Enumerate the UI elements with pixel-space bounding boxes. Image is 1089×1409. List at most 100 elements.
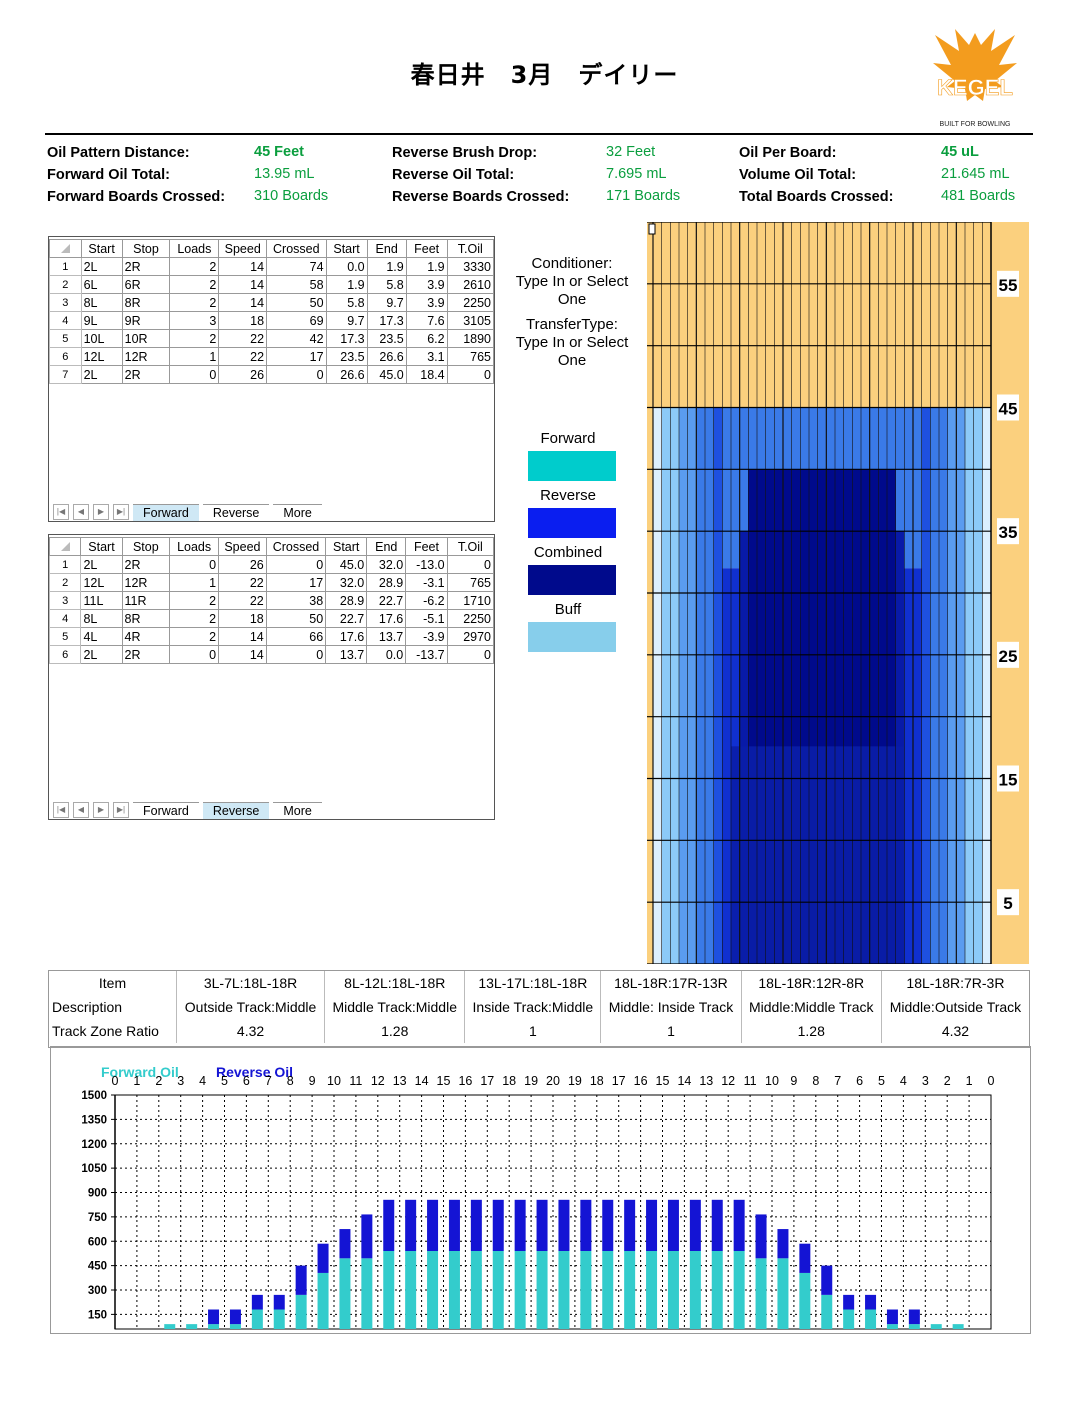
- table-cell[interactable]: 28.9: [325, 591, 368, 610]
- table-cell[interactable]: 14: [218, 275, 268, 294]
- tab-more[interactable]: More: [273, 801, 322, 819]
- table-cell[interactable]: -13.7: [405, 645, 448, 664]
- table-cell[interactable]: 32.0: [366, 555, 407, 574]
- table-cell[interactable]: 2R: [121, 365, 171, 384]
- table-cell[interactable]: 5.8: [366, 275, 407, 294]
- table-cell[interactable]: 0: [266, 365, 327, 384]
- table-row[interactable]: 4 8L 8R 2 18 50 22.7 17.6 -5.1 2250: [48, 609, 495, 628]
- table-cell[interactable]: 17: [265, 573, 327, 592]
- table-cell[interactable]: 0: [446, 645, 495, 664]
- table-cell[interactable]: 26: [218, 555, 267, 574]
- table-cell[interactable]: 2250: [446, 293, 495, 312]
- table-cell[interactable]: -5.1: [405, 609, 448, 628]
- table-cell[interactable]: 0.0: [366, 645, 407, 664]
- tab-reverse[interactable]: Reverse: [202, 801, 270, 819]
- table-cell[interactable]: 10R: [121, 329, 171, 348]
- table-cell[interactable]: 2L: [80, 555, 123, 574]
- table-cell[interactable]: 0: [169, 555, 220, 574]
- select-all-icon[interactable]: [60, 243, 70, 253]
- select-all-icon[interactable]: [60, 541, 70, 551]
- table-cell[interactable]: 0: [265, 645, 327, 664]
- table-row[interactable]: 6 12L 12R 1 22 17 23.5 26.6 3.1 765: [49, 347, 495, 366]
- table-cell[interactable]: 17.6: [325, 627, 368, 646]
- table-cell[interactable]: 17.3: [366, 311, 407, 330]
- table-cell[interactable]: 17.6: [366, 609, 407, 628]
- tab-forward[interactable]: Forward: [133, 503, 199, 521]
- table-cell[interactable]: 6.2: [405, 329, 448, 348]
- sheet-first-icon[interactable]: |◀: [53, 802, 69, 818]
- table-cell[interactable]: 2: [169, 293, 220, 312]
- table-cell[interactable]: 14: [218, 627, 267, 646]
- table-cell[interactable]: 3105: [446, 311, 495, 330]
- table-cell[interactable]: 26.6: [325, 365, 368, 384]
- table-cell[interactable]: 42: [266, 329, 327, 348]
- table-cell[interactable]: 0.0: [325, 257, 368, 276]
- table-cell[interactable]: 1.9: [405, 257, 448, 276]
- table-cell[interactable]: 0: [446, 365, 495, 384]
- sheet-next-icon[interactable]: ▶: [93, 504, 109, 520]
- table-cell[interactable]: 12R: [121, 347, 171, 366]
- table-cell[interactable]: 17.3: [325, 329, 368, 348]
- table-cell[interactable]: 1710: [446, 591, 495, 610]
- table-cell[interactable]: 2: [169, 627, 220, 646]
- table-row[interactable]: 1 2L 2R 0 26 0 45.0 32.0 -13.0 0: [48, 555, 495, 574]
- table-cell[interactable]: 32.0: [325, 573, 368, 592]
- table-cell[interactable]: 1.9: [366, 257, 407, 276]
- table-cell[interactable]: 2R: [121, 257, 171, 276]
- table-cell[interactable]: 9L: [80, 311, 123, 330]
- table-cell[interactable]: 12L: [80, 347, 123, 366]
- table-row[interactable]: 2 6L 6R 2 14 58 1.9 5.8 3.9 2610: [49, 275, 495, 294]
- table-row[interactable]: 3 8L 8R 2 14 50 5.8 9.7 3.9 2250: [49, 293, 495, 312]
- table-cell[interactable]: 8L: [80, 293, 123, 312]
- table-cell[interactable]: 50: [265, 609, 327, 628]
- table-cell[interactable]: 2R: [121, 555, 171, 574]
- table-cell[interactable]: 2: [169, 275, 220, 294]
- table-cell[interactable]: 14: [218, 645, 267, 664]
- table-cell[interactable]: 0: [265, 555, 327, 574]
- table-cell[interactable]: 0: [446, 555, 495, 574]
- table-cell[interactable]: -13.0: [405, 555, 448, 574]
- table-cell[interactable]: 2L: [80, 365, 123, 384]
- table-cell[interactable]: 23.5: [366, 329, 407, 348]
- table-cell[interactable]: 38: [265, 591, 327, 610]
- table-cell[interactable]: 18: [218, 609, 267, 628]
- table-cell[interactable]: 3330: [446, 257, 495, 276]
- table-cell[interactable]: 1: [169, 347, 220, 366]
- table-cell[interactable]: 2L: [80, 257, 123, 276]
- table-cell[interactable]: 9R: [121, 311, 171, 330]
- table-cell[interactable]: 22.7: [366, 591, 407, 610]
- table-cell[interactable]: 22: [218, 329, 268, 348]
- table-cell[interactable]: 11L: [80, 591, 123, 610]
- table-row[interactable]: 5 10L 10R 2 22 42 17.3 23.5 6.2 1890: [49, 329, 495, 348]
- table-row[interactable]: 6 2L 2R 0 14 0 13.7 0.0 -13.7 0: [48, 645, 495, 664]
- sheet-next-icon[interactable]: ▶: [93, 802, 109, 818]
- table-cell[interactable]: 13.7: [366, 627, 407, 646]
- table-cell[interactable]: 66: [265, 627, 327, 646]
- table-cell[interactable]: 45.0: [366, 365, 407, 384]
- sheet-prev-icon[interactable]: ◀: [73, 802, 89, 818]
- table-cell[interactable]: 6L: [80, 275, 123, 294]
- table-cell[interactable]: 18: [218, 311, 268, 330]
- table-cell[interactable]: 12L: [80, 573, 123, 592]
- table-cell[interactable]: 12R: [121, 573, 171, 592]
- table-cell[interactable]: 45.0: [325, 555, 368, 574]
- table-cell[interactable]: 2970: [446, 627, 495, 646]
- table-cell[interactable]: 22: [218, 573, 267, 592]
- table-cell[interactable]: 50: [266, 293, 327, 312]
- table-cell[interactable]: 3.9: [405, 275, 448, 294]
- table-cell[interactable]: 8R: [121, 293, 171, 312]
- tab-forward[interactable]: Forward: [133, 801, 199, 819]
- table-cell[interactable]: 1: [169, 573, 220, 592]
- table-cell[interactable]: 22.7: [325, 609, 368, 628]
- table-cell[interactable]: -3.9: [405, 627, 448, 646]
- table-cell[interactable]: 2: [169, 329, 220, 348]
- table-cell[interactable]: 28.9: [366, 573, 407, 592]
- sheet-prev-icon[interactable]: ◀: [73, 504, 89, 520]
- table-cell[interactable]: 69: [266, 311, 327, 330]
- table-cell[interactable]: 3.1: [405, 347, 448, 366]
- table-cell[interactable]: 22: [218, 591, 267, 610]
- transfer-type-field[interactable]: TransferType: Type In or Select One: [508, 316, 636, 370]
- forward-table[interactable]: Start Stop Loads Speed Crossed Start End Feet T.…: [49, 239, 495, 384]
- table-cell[interactable]: 765: [446, 347, 495, 366]
- table-row[interactable]: 4 9L 9R 3 18 69 9.7 17.3 7.6 3105: [49, 311, 495, 330]
